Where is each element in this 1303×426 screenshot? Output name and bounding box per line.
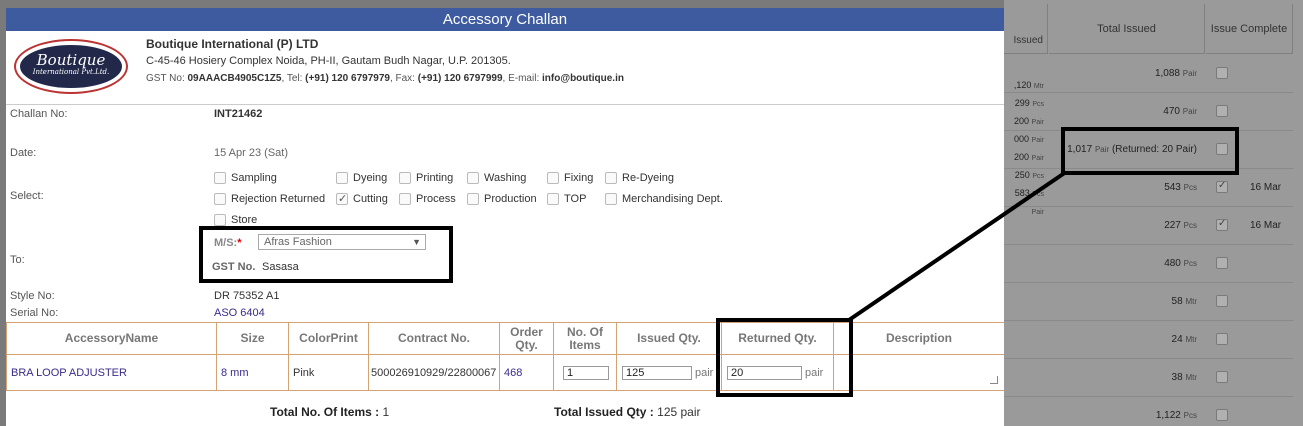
col-header: Size <box>217 323 289 355</box>
option-printing[interactable]: Printing <box>399 172 453 184</box>
col-header: Description <box>834 323 1004 355</box>
checkbox[interactable] <box>214 193 226 205</box>
table-row: 227 Pcs 16 Mar <box>1004 207 1293 245</box>
table-row: 1,122 Pcs <box>1004 397 1293 426</box>
resize-handle-icon[interactable] <box>990 376 998 384</box>
date-label: Date: <box>10 147 37 159</box>
issue-complete-checkbox[interactable] <box>1216 180 1228 193</box>
highlight-box-returned <box>716 318 853 397</box>
style-value: DR 75352 A1 <box>214 290 280 302</box>
select-label: Select: <box>10 190 44 202</box>
cell-color: Pink <box>289 355 369 391</box>
checkbox[interactable] <box>605 193 617 205</box>
option-dyeing[interactable]: Dyeing <box>336 172 387 184</box>
table-row: 58 Mtr <box>1004 283 1293 321</box>
option-store[interactable]: Store <box>214 214 257 226</box>
col-header: No. Of Items <box>554 323 617 355</box>
checkbox[interactable] <box>399 193 411 205</box>
company-logo: Boutique International Pvt.Ltd. <box>14 39 128 94</box>
issue-complete-checkbox[interactable] <box>1216 105 1228 117</box>
company-name: Boutique International (P) LTD <box>146 37 319 51</box>
col-header: Order Qty. <box>500 323 554 355</box>
issue-complete-checkbox[interactable] <box>1216 295 1228 307</box>
cell-order-qty: 468 <box>500 355 554 391</box>
option-cutting[interactable]: Cutting <box>336 192 388 205</box>
option-merchandising-dept[interactable]: Merchandising Dept. <box>605 193 723 205</box>
checkbox[interactable] <box>399 172 411 184</box>
table-row: 480 Pcs <box>1004 245 1293 283</box>
company-header: Boutique International Pvt.Ltd. Boutique… <box>6 31 1004 105</box>
table-row: 24 Mtr <box>1004 321 1293 359</box>
company-contact: GST No: 09AAACB4905C1Z5, Tel: (+91) 120 … <box>146 73 624 84</box>
col-header: Contract No. <box>369 323 500 355</box>
option-production[interactable]: Production <box>467 193 537 205</box>
option-sampling[interactable]: Sampling <box>214 172 277 184</box>
highlight-box-total-issued <box>1061 127 1239 175</box>
cell-items: 1 <box>554 355 617 391</box>
option-rejection-returned[interactable]: Rejection Returned <box>214 193 325 205</box>
issue-complete-checkbox[interactable] <box>1216 371 1228 383</box>
total-issued: Total Issued Qty : 125 pair <box>554 405 701 419</box>
checkbox[interactable] <box>214 214 226 226</box>
checkbox-checked[interactable] <box>336 192 348 205</box>
to-label: To: <box>10 254 25 266</box>
table-row: 470 Pair <box>1004 93 1293 131</box>
checkbox[interactable] <box>547 193 559 205</box>
modal-title: Accessory Challan <box>6 8 1004 31</box>
total-items: Total No. Of Items : 1 <box>270 405 390 419</box>
issue-complete-checkbox[interactable] <box>1216 333 1228 345</box>
checkbox[interactable] <box>467 172 479 184</box>
col-header: AccessoryName <box>6 323 217 355</box>
checkbox[interactable] <box>214 172 226 184</box>
table-row: 38 Mtr <box>1004 359 1293 397</box>
cell-size: 8 mm <box>217 355 289 391</box>
col-header-total-issued: Total Issued <box>1049 4 1205 54</box>
issue-complete-checkbox[interactable] <box>1216 409 1228 421</box>
col-header-issue-complete: Issue Complete <box>1206 4 1293 54</box>
description-textarea[interactable] <box>840 358 998 388</box>
checkbox[interactable] <box>547 172 559 184</box>
serial-label: Serial No: <box>10 307 59 319</box>
background-table: Issued Total Issued Issue Complete ,120 … <box>1004 0 1303 426</box>
cell-contract: 500026910929/22800067 <box>369 355 500 391</box>
col-header-issued: Issued <box>1004 4 1048 54</box>
issue-complete-checkbox[interactable] <box>1216 67 1228 79</box>
serial-value: ASO 6404 <box>214 307 265 319</box>
items-input[interactable]: 1 <box>563 365 609 380</box>
issued-qty-input[interactable]: 125 <box>622 365 692 380</box>
challan-number: INT21462 <box>214 108 263 120</box>
cell-description <box>834 355 1004 391</box>
style-label: Style No: <box>10 290 55 302</box>
col-header: Issued Qty. <box>617 323 722 355</box>
option-re-dyeing[interactable]: Re-Dyeing <box>605 172 674 184</box>
issue-complete-checkbox[interactable] <box>1216 257 1228 269</box>
option-top[interactable]: TOP <box>547 193 586 205</box>
accessory-challan-modal: Accessory Challan Boutique International… <box>6 8 1004 426</box>
date-value: 15 Apr 23 (Sat) <box>214 147 288 159</box>
cell-issued: 125 pair <box>617 355 722 391</box>
table-row: 1,088 Pair <box>1004 55 1293 93</box>
option-fixing[interactable]: Fixing <box>547 172 593 184</box>
company-address: C-45-46 Hosiery Complex Noida, PH-II, Ga… <box>146 55 511 67</box>
col-header: ColorPrint <box>289 323 369 355</box>
issue-complete-checkbox[interactable] <box>1216 218 1228 231</box>
checkbox[interactable] <box>336 172 348 184</box>
accessory-table: AccessoryName Size ColorPrint Contract N… <box>6 322 1004 391</box>
option-process[interactable]: Process <box>399 193 456 205</box>
option-washing[interactable]: Washing <box>467 172 526 184</box>
checkbox[interactable] <box>467 193 479 205</box>
cell-accessory-name: BRA LOOP ADJUSTER <box>6 355 217 391</box>
checkbox[interactable] <box>605 172 617 184</box>
challan-label: Challan No: <box>10 108 68 120</box>
highlight-box-to <box>199 226 453 283</box>
